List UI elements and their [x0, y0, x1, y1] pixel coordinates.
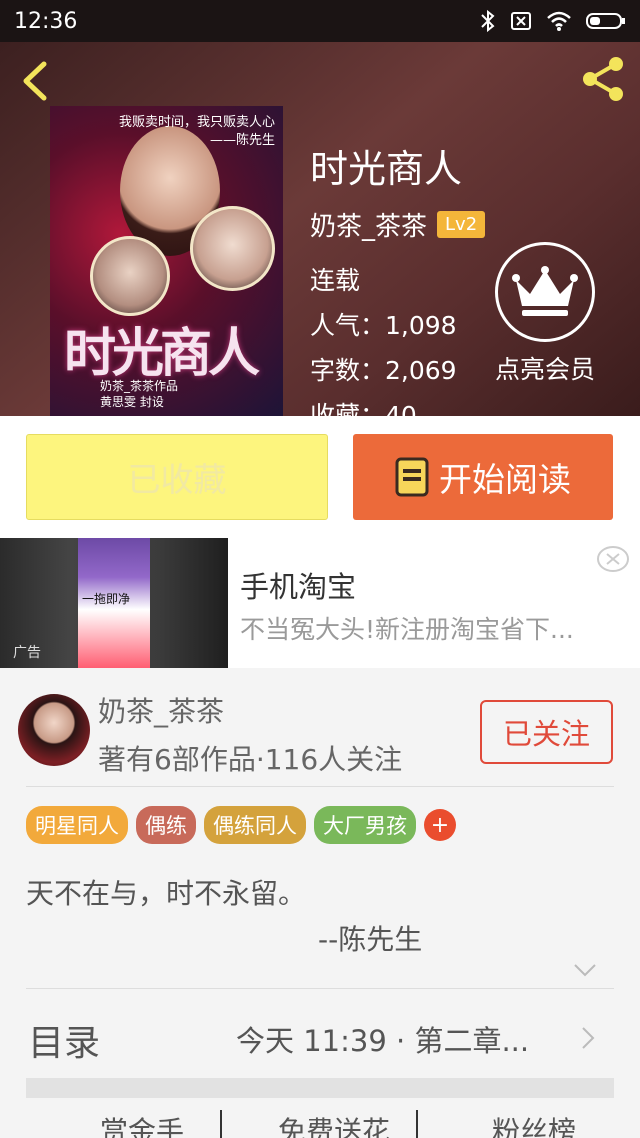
book-meta: 连载 人气：1,098 字数：2,069 收藏：40	[310, 258, 457, 416]
book-favorites: 收藏：40	[310, 401, 417, 416]
start-reading-button[interactable]: 开始阅读	[353, 434, 613, 520]
tab-free-flowers[interactable]: 免费送花	[278, 1110, 390, 1138]
vip-label: 点亮会员	[494, 355, 595, 384]
tag-item[interactable]: 偶练同人	[204, 806, 306, 844]
book-author-name[interactable]: 奶茶_茶茶	[310, 206, 427, 243]
cover-portrait-right	[190, 206, 275, 291]
ad-image[interactable]: 一拖即净 广告	[0, 538, 228, 668]
cover-credits: 奶茶_茶茶作品 黄思雯 封设	[100, 379, 179, 409]
tag-item[interactable]: 明星同人	[26, 806, 128, 844]
divider	[26, 786, 614, 787]
bluetooth-icon	[481, 9, 495, 33]
tab-separator	[220, 1110, 222, 1138]
ad-poster: 一拖即净	[78, 538, 150, 668]
divider	[26, 988, 614, 989]
book-cover[interactable]: 我贩卖时间，我只贩卖人心 ——陈先生 时光商人 奶茶_茶茶作品 黄思雯 封设	[50, 106, 283, 416]
tag-item[interactable]: 偶练	[136, 806, 196, 844]
tag-item[interactable]: 大厂男孩	[314, 806, 416, 844]
sim-off-icon	[511, 12, 531, 30]
action-bar: 已收藏 开始阅读	[0, 416, 640, 538]
wifi-icon	[547, 11, 571, 31]
bottom-tabs: 赏金手 免费送花 粉丝榜	[0, 1110, 640, 1138]
toc-label[interactable]: 目录	[28, 1014, 100, 1066]
tab-separator	[416, 1110, 418, 1138]
crown-icon	[495, 242, 595, 342]
follow-button[interactable]: 已关注	[480, 700, 613, 764]
ad-title[interactable]: 手机淘宝	[240, 564, 356, 606]
collected-button[interactable]: 已收藏	[26, 434, 328, 520]
ad-tag: 广告	[13, 645, 41, 661]
status-icons	[480, 9, 626, 33]
cover-portrait-left	[90, 236, 170, 316]
ad-description[interactable]: 不当冤大头!新注册淘宝省下...	[240, 610, 600, 646]
book-hero: 我贩卖时间，我只贩卖人心 ——陈先生 时光商人 奶茶_茶茶作品 黄思雯 封设 时…	[0, 42, 640, 416]
share-icon[interactable]	[578, 54, 628, 104]
avatar[interactable]	[18, 694, 90, 766]
battery-icon	[586, 13, 625, 29]
section-divider	[26, 1078, 614, 1098]
vip-button[interactable]: 点亮会员	[490, 242, 600, 386]
book-title: 时光商人	[310, 147, 463, 191]
book-popularity: 人气：1,098	[310, 311, 457, 340]
cover-quote: 我贩卖时间，我只贩卖人心 ——陈先生	[118, 115, 275, 148]
tab-fan-ranking[interactable]: 粉丝榜	[492, 1110, 576, 1138]
book-author-row[interactable]: 奶茶_茶茶 Lv2	[310, 206, 486, 243]
close-icon[interactable]	[596, 544, 630, 574]
author-motto-signature: --陈先生	[318, 923, 423, 956]
back-arrow-icon[interactable]	[16, 56, 56, 106]
status-bar: 12:36	[0, 0, 640, 42]
level-badge: Lv2	[437, 211, 486, 238]
add-tag-button[interactable]: +	[424, 809, 456, 841]
author-card-stats: 著有6部作品·116人关注	[98, 743, 403, 776]
author-card: 奶茶_茶茶 著有6部作品·116人关注 已关注 明星同人 偶练 偶练同人 大厂男…	[0, 678, 640, 1138]
author-card-name[interactable]: 奶茶_茶茶	[98, 690, 224, 730]
tab-reward[interactable]: 赏金手	[100, 1110, 184, 1138]
ad-banner[interactable]: 一拖即净 广告 手机淘宝 不当冤大头!新注册淘宝省下...	[0, 538, 640, 668]
start-reading-label: 开始阅读	[439, 460, 571, 499]
cover-title-art: 时光商人	[64, 323, 260, 384]
book-status: 连载	[310, 266, 361, 295]
chevron-down-icon[interactable]	[572, 960, 598, 980]
tag-list: 明星同人 偶练 偶练同人 大厂男孩 +	[26, 806, 456, 844]
book-icon	[395, 457, 429, 497]
chevron-right-icon[interactable]	[578, 1023, 598, 1053]
status-time: 12:36	[14, 8, 78, 34]
author-motto: 天不在与，时不永留。	[26, 877, 307, 910]
toc-latest-chapter[interactable]: 今天 11:39 · 第二章...	[236, 1018, 552, 1060]
book-word-count: 字数：2,069	[310, 356, 457, 385]
